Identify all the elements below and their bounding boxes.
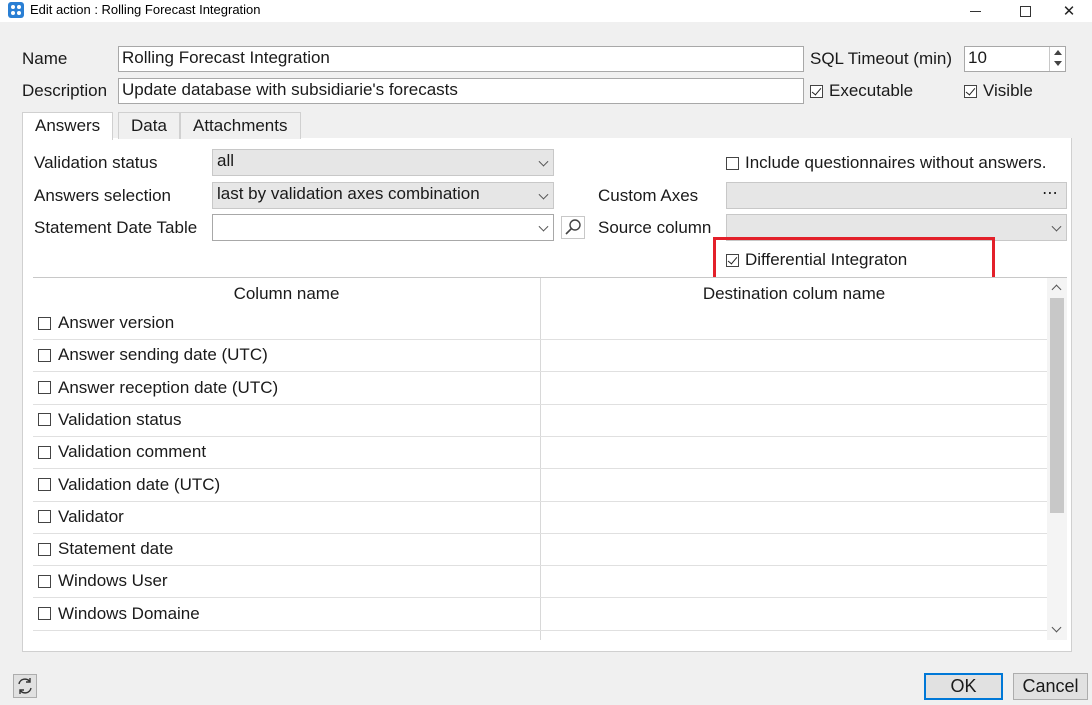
checkbox-icon[interactable] (38, 348, 51, 362)
executable-label: Executable (829, 81, 914, 100)
ok-button[interactable]: OK (924, 673, 1003, 700)
row-label: Answer sending date (UTC) (58, 345, 268, 365)
row-label: Answer version (58, 313, 175, 332)
ellipsis-button[interactable]: ⋯ (1042, 183, 1058, 203)
custom-axes-label: Custom Axes (598, 186, 699, 205)
sql-timeout-label: SQL Timeout (min) (810, 49, 953, 68)
table-row[interactable]: Validator (33, 502, 1047, 534)
statement-date-table-select[interactable] (212, 214, 554, 241)
row-checkbox[interactable]: Validation date (UTC) (38, 475, 220, 495)
answers-selection-label: Answers selection (34, 186, 172, 205)
sql-timeout-value: 10 (968, 48, 987, 67)
chevron-down-icon (538, 221, 549, 232)
row-checkbox[interactable]: Answer version (38, 313, 174, 333)
chevron-down-icon (538, 189, 549, 200)
spin-down-icon[interactable] (1054, 61, 1062, 66)
scroll-down-icon[interactable] (1051, 622, 1062, 633)
refresh-icon (18, 678, 32, 694)
include-questionnaires-label: Include questionnaires without answers. (745, 153, 1047, 172)
row-label: Statement date (58, 539, 174, 559)
tab-answers[interactable]: Answers (22, 112, 114, 140)
window-title: Edit action : Rolling Forecast Integrati… (30, 2, 261, 17)
answers-selection-value: last by validation axes combination (217, 184, 480, 203)
tab-attachments[interactable]: Attachments (180, 112, 301, 139)
column-header-destination[interactable]: Destination colum name (541, 278, 1047, 308)
row-checkbox[interactable]: Windows User (38, 571, 168, 591)
table-row[interactable]: Validation comment (33, 437, 1047, 470)
maximize-button[interactable] (1002, 0, 1048, 22)
chevron-down-icon (538, 156, 549, 167)
visible-checkbox[interactable]: Visible (964, 81, 1033, 101)
scroll-up-icon[interactable] (1051, 284, 1062, 295)
scrollbar-thumb[interactable] (1050, 298, 1064, 513)
validation-status-label: Validation status (34, 153, 158, 172)
validation-status-value: all (217, 151, 235, 170)
table-row[interactable]: Windows Domaine (33, 599, 1047, 631)
chevron-down-icon (1051, 221, 1062, 232)
name-label: Name (22, 49, 68, 68)
columns-grid[interactable]: Column name Destination colum name Answe… (33, 277, 1067, 640)
source-column-label: Source column (598, 218, 712, 237)
minimize-icon (969, 10, 981, 12)
description-label: Description (22, 81, 108, 100)
statement-date-table-label: Statement Date Table (34, 218, 198, 237)
search-icon (565, 219, 581, 235)
table-row[interactable]: Statement date (33, 534, 1047, 567)
executable-checkbox[interactable]: Executable (810, 81, 913, 101)
refresh-button[interactable] (13, 674, 37, 698)
row-label: Validator (58, 506, 124, 526)
table-row[interactable]: Windows User (33, 566, 1047, 599)
spin-up-icon[interactable] (1054, 50, 1062, 55)
executable-check-icon[interactable] (810, 84, 823, 98)
column-header-name[interactable]: Column name (33, 278, 540, 308)
cancel-button[interactable]: Cancel (1013, 673, 1088, 700)
close-icon: ✕ (1062, 3, 1076, 20)
row-label: Windows Domaine (58, 603, 200, 623)
row-label: Validation date (UTC) (58, 474, 221, 494)
checkbox-icon[interactable] (38, 542, 51, 556)
row-label: Answer reception date (UTC) (58, 377, 279, 397)
include-questionnaires-checkbox[interactable]: Include questionnaires without answers. (726, 153, 1046, 173)
table-row[interactable]: Answer reception date (UTC) (33, 373, 1047, 405)
vertical-scrollbar[interactable] (1047, 278, 1067, 640)
app-icon (8, 2, 24, 18)
table-row[interactable]: Validation status (33, 405, 1047, 437)
sql-timeout-input[interactable]: 10 (964, 46, 1066, 72)
checkbox-icon[interactable] (38, 445, 51, 459)
row-label: Validation status (58, 409, 182, 429)
checkbox-icon[interactable] (38, 413, 51, 427)
minimize-button[interactable] (952, 0, 998, 22)
name-input[interactable]: Rolling Forecast Integration (118, 46, 804, 72)
close-button[interactable]: ✕ (1046, 0, 1092, 22)
visible-check-icon[interactable] (964, 84, 977, 98)
row-checkbox[interactable]: Windows Domaine (38, 604, 200, 624)
custom-axes-field[interactable]: ⋯ (726, 182, 1067, 209)
row-label: Validation comment (58, 442, 207, 462)
row-checkbox[interactable]: Answer sending date (UTC) (38, 345, 268, 365)
maximize-icon (1019, 5, 1031, 17)
row-checkbox[interactable]: Answer reception date (UTC) (38, 378, 278, 398)
checkbox-icon[interactable] (38, 381, 51, 395)
checkbox-icon[interactable] (38, 316, 51, 330)
search-button[interactable] (561, 216, 585, 239)
checkbox-icon[interactable] (38, 574, 51, 588)
tab-data[interactable]: Data (118, 112, 180, 139)
include-questionnaires-check-icon[interactable] (726, 156, 739, 170)
row-label: Windows User (58, 571, 168, 591)
row-checkbox[interactable]: Validator (38, 507, 124, 527)
spinner[interactable] (1049, 47, 1065, 71)
row-checkbox[interactable]: Validation comment (38, 442, 206, 462)
answers-selection-select[interactable]: last by validation axes combination (212, 182, 554, 209)
checkbox-icon[interactable] (38, 607, 51, 621)
row-checkbox[interactable]: Validation status (38, 410, 181, 430)
visible-label: Visible (983, 81, 1033, 100)
description-input[interactable]: Update database with subsidiarie's forec… (118, 78, 804, 104)
table-row[interactable]: Answer version (33, 308, 1047, 340)
table-row[interactable]: Validation date (UTC) (33, 470, 1047, 502)
row-checkbox[interactable]: Statement date (38, 539, 173, 559)
checkbox-icon[interactable] (38, 510, 51, 524)
checkbox-icon[interactable] (38, 478, 51, 491)
validation-status-select[interactable]: all (212, 149, 554, 176)
table-row[interactable]: Answer sending date (UTC) (33, 340, 1047, 373)
